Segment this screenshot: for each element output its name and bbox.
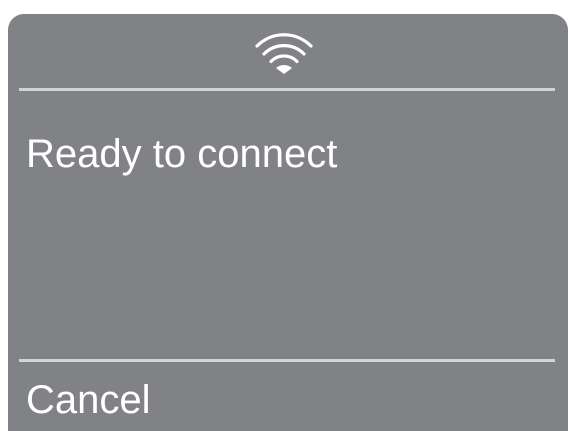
connect-dialog: Ready to connect Cancel [8, 14, 568, 431]
wifi-icon [253, 30, 315, 76]
connection-status-text: Ready to connect [26, 132, 338, 176]
cancel-button[interactable]: Cancel [26, 376, 151, 424]
header-divider [19, 88, 555, 91]
footer-divider [19, 359, 555, 362]
